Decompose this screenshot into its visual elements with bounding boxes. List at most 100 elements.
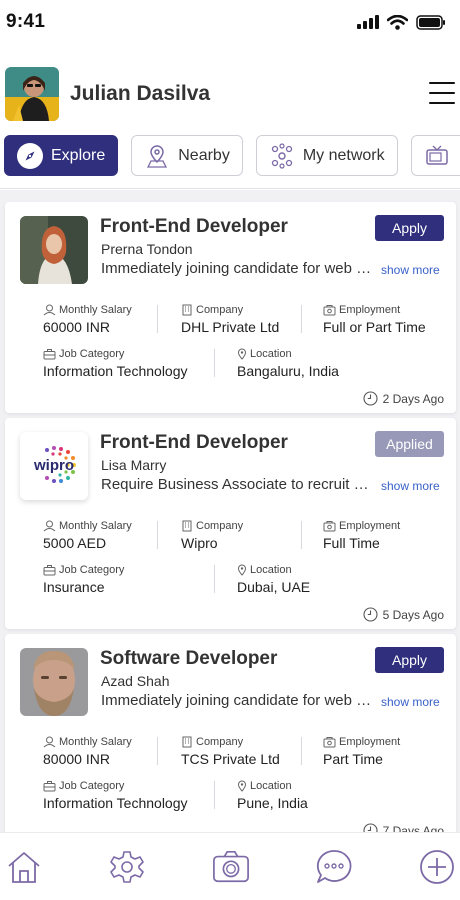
field-label: Location <box>250 348 292 360</box>
tab-label: Nearby <box>178 146 230 164</box>
field-label: Location <box>250 780 292 792</box>
job-description: Immediately joining candidate for web de… <box>101 260 375 277</box>
field-label: Employment <box>339 304 401 316</box>
wifi-icon <box>387 14 408 30</box>
tab-nearby[interactable]: Nearby <box>131 135 243 176</box>
location-pin-icon <box>237 780 247 792</box>
company-logo: wipro <box>20 432 88 500</box>
employment-field: Employment Part Time <box>323 735 400 767</box>
employment-icon <box>323 737 336 748</box>
employment-field: Employment Full Time <box>323 519 400 551</box>
company-field: Company TCS Private Ltd <box>181 735 280 767</box>
show-more-link[interactable]: show more <box>381 695 440 709</box>
svg-text:wipro: wipro <box>33 457 74 474</box>
tab-tv[interactable] <box>410 135 460 176</box>
field-label: Location <box>250 564 292 576</box>
salary-icon <box>43 304 56 316</box>
compass-icon <box>17 142 43 169</box>
apply-button[interactable]: Apply <box>375 215 444 241</box>
employment-icon <box>323 305 336 316</box>
salary-value: 80000 INR <box>43 751 110 767</box>
salary-field: Monthly Salary 80000 INR <box>43 735 132 767</box>
field-label: Job Category <box>59 564 125 576</box>
location-field: Location Bangaluru, India <box>237 347 339 379</box>
add-icon[interactable] <box>418 848 456 886</box>
field-label: Monthly Salary <box>59 736 132 748</box>
salary-icon <box>43 736 56 748</box>
salary-field: Monthly Salary 60000 INR <box>43 303 132 335</box>
tv-icon <box>424 143 450 169</box>
location-value: Pune, India <box>237 795 308 811</box>
field-label: Monthly Salary <box>59 520 132 532</box>
location-pin-icon <box>237 348 247 360</box>
tab-explore[interactable]: Explore <box>4 135 119 176</box>
chat-icon[interactable] <box>315 848 353 886</box>
clock-icon <box>363 823 378 832</box>
salary-value: 60000 INR <box>43 319 110 335</box>
job-title: Front-End Developer <box>100 432 288 453</box>
profile-header: Julian Dasilva <box>5 66 455 122</box>
field-label: Job Category <box>59 348 125 360</box>
show-more-link[interactable]: show more <box>381 263 440 277</box>
field-label: Company <box>196 520 244 532</box>
tab-label: Explore <box>51 146 106 164</box>
job-description: Require Business Associate to recruit ca… <box>101 476 375 493</box>
poster-name: Lisa Marry <box>101 457 167 473</box>
status-icons <box>357 14 446 30</box>
apply-button[interactable]: Apply <box>375 647 444 673</box>
salary-icon <box>43 520 56 532</box>
building-icon <box>182 520 192 532</box>
show-more-link[interactable]: show more <box>381 479 440 493</box>
poster-avatar <box>20 216 88 284</box>
location-field: Location Pune, India <box>237 779 308 811</box>
field-label: Employment <box>339 520 401 532</box>
signal-icon <box>357 15 379 29</box>
job-feed[interactable]: Front-End Developer Prerna Tondon Immedi… <box>0 190 460 832</box>
job-card[interactable]: Software Developer Azad Shah Immediately… <box>5 634 456 832</box>
settings-icon[interactable] <box>108 848 146 886</box>
posted-label: 5 Days Ago <box>382 607 444 622</box>
category-field: Job Category Information Technology <box>43 779 188 811</box>
hamburger-menu-icon[interactable] <box>429 82 455 104</box>
briefcase-icon <box>43 781 56 792</box>
job-card[interactable]: Front-End Developer Prerna Tondon Immedi… <box>5 202 456 413</box>
applied-button[interactable]: Applied <box>375 431 444 457</box>
employment-field: Employment Full or Part Time <box>323 303 426 335</box>
job-title: Front-End Developer <box>100 216 288 237</box>
battery-icon <box>416 14 445 30</box>
avatar[interactable] <box>5 67 59 121</box>
company-value: Wipro <box>181 535 218 551</box>
camera-icon[interactable] <box>212 848 250 886</box>
clock-icon <box>363 607 378 622</box>
posted-time: 5 Days Ago <box>363 607 444 622</box>
posted-time: 7 Days Ago <box>363 823 444 832</box>
poster-name: Azad Shah <box>101 673 170 689</box>
briefcase-icon <box>43 349 56 360</box>
category-field: Job Category Insurance <box>43 563 124 595</box>
building-icon <box>182 304 192 316</box>
location-value: Bangaluru, India <box>237 363 339 379</box>
clock-icon <box>363 391 378 406</box>
category-field: Job Category Information Technology <box>43 347 188 379</box>
field-label: Company <box>196 736 244 748</box>
field-label: Monthly Salary <box>59 304 132 316</box>
divider <box>0 188 460 189</box>
map-pin-icon <box>144 143 170 169</box>
bottom-nav <box>0 832 460 900</box>
job-description: Immediately joining candidate for web de… <box>101 692 375 709</box>
company-field: Company Wipro <box>181 519 243 551</box>
home-icon[interactable] <box>5 848 43 886</box>
status-bar: 9:41 <box>0 0 460 44</box>
job-card[interactable]: wipro Front-End Developer Lisa Marry Req… <box>5 418 456 629</box>
briefcase-icon <box>43 565 56 576</box>
employment-icon <box>323 521 336 532</box>
employment-value: Part Time <box>323 751 383 767</box>
posted-label: 2 Days Ago <box>382 391 444 406</box>
field-label: Company <box>196 304 244 316</box>
company-value: TCS Private Ltd <box>181 751 280 767</box>
posted-time: 2 Days Ago <box>363 391 444 406</box>
status-time: 9:41 <box>6 11 46 32</box>
tab-my-network[interactable]: My network <box>255 135 398 176</box>
salary-value: 5000 AED <box>43 535 107 551</box>
posted-label: 7 Days Ago <box>382 823 444 833</box>
